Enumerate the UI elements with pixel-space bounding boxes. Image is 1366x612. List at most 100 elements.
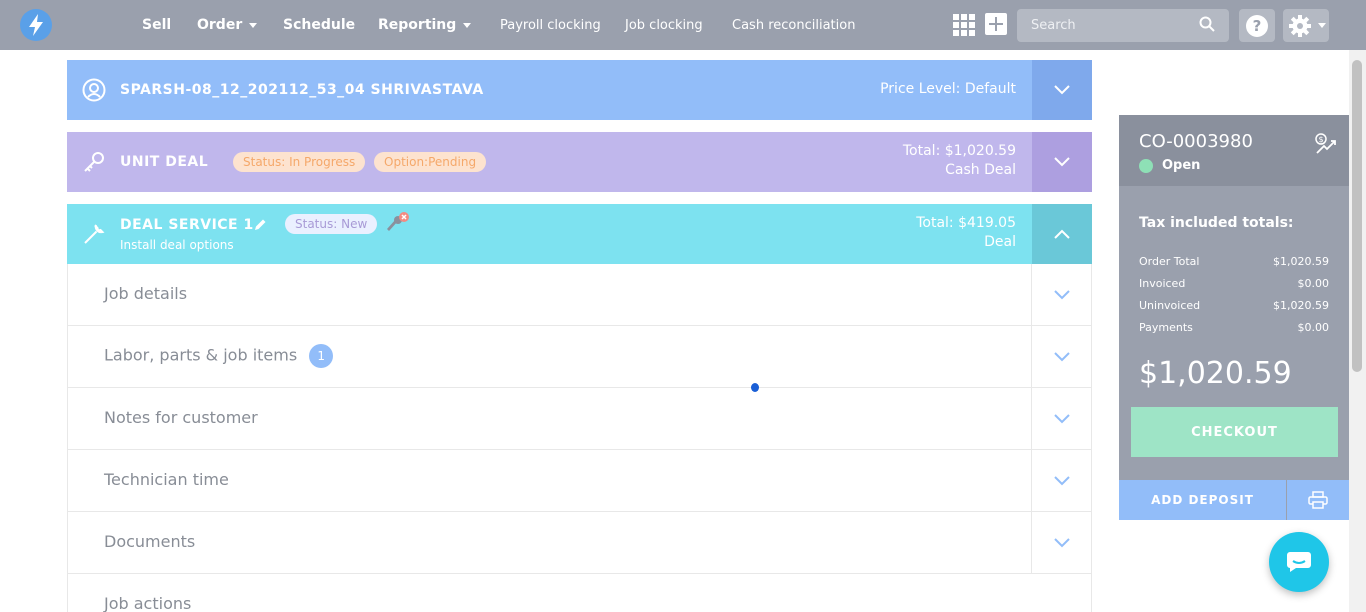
expand-section-button[interactable]: [1031, 512, 1091, 573]
section-label: Documents: [104, 532, 196, 551]
total-row: Invoiced $0.00: [1139, 277, 1329, 290]
chevron-up-icon: [1054, 229, 1070, 239]
deal-service-subtitle: Install deal options: [120, 238, 234, 252]
nav-sell[interactable]: Sell: [142, 0, 171, 50]
gear-icon: [1289, 14, 1311, 37]
grand-total: $1,020.59: [1139, 356, 1292, 391]
search-icon[interactable]: [1199, 16, 1215, 32]
section-labor-parts[interactable]: Labor, parts & job items 1: [67, 326, 1092, 388]
total-label: Payments: [1139, 321, 1193, 334]
chat-support-button[interactable]: [1269, 532, 1329, 592]
section-documents[interactable]: Documents: [67, 512, 1092, 574]
user-circle-icon: [82, 78, 106, 102]
unit-deal-total: Total: $1,020.59: [902, 143, 1016, 159]
nav-job-clocking[interactable]: Job clocking: [625, 0, 703, 50]
total-label: Uninvoiced: [1139, 299, 1201, 312]
order-summary-card: CO-0003980 Open $ Tax included totals: O…: [1119, 115, 1349, 520]
expand-section-button[interactable]: [1031, 264, 1091, 325]
key-icon: [84, 152, 104, 172]
customer-panel[interactable]: SPARSH-08_12_202112_53_04 SHRIVASTAVA Pr…: [67, 60, 1092, 120]
order-id: CO-0003980: [1139, 131, 1253, 152]
help-icon: ?: [1246, 14, 1268, 37]
settings-menu-button[interactable]: [1283, 9, 1329, 42]
tax-totals-title: Tax included totals:: [1139, 215, 1294, 231]
deal-service-panel[interactable]: DEAL SERVICE 1 Install deal options Stat…: [67, 204, 1092, 264]
printer-icon: [1308, 491, 1328, 509]
expand-section-button[interactable]: [1031, 326, 1091, 387]
search-input[interactable]: [1017, 9, 1197, 42]
edit-pencil-icon[interactable]: [253, 218, 267, 232]
chevron-down-icon: [1053, 413, 1070, 423]
total-row: Order Total $1,020.59: [1139, 255, 1329, 268]
chat-bubble-icon: [1287, 552, 1311, 572]
nav-order[interactable]: Order: [197, 0, 258, 50]
chevron-down-icon: [1053, 289, 1070, 299]
section-label: Job details: [104, 284, 188, 303]
section-job-details[interactable]: Job details: [67, 264, 1092, 326]
deal-service-type: Deal: [984, 234, 1016, 250]
total-label: Order Total: [1139, 255, 1200, 268]
status-badge: Status: New: [285, 214, 378, 234]
chevron-down-icon: [1053, 351, 1070, 361]
unit-deal-panel[interactable]: UNIT DEAL Status: In Progress Option:Pen…: [67, 132, 1092, 192]
deal-service-summary: Total: $419.05 Deal: [916, 214, 1016, 252]
section-label: Notes for customer: [104, 408, 258, 427]
section-technician-time[interactable]: Technician time: [67, 450, 1092, 512]
section-label: Technician time: [104, 470, 229, 489]
chevron-down-icon: [1054, 85, 1070, 95]
total-value: $1,020.59: [1273, 255, 1329, 268]
checkout-button[interactable]: CHECKOUT: [1131, 407, 1338, 457]
nav-schedule-label: Schedule: [283, 17, 356, 33]
nav-order-label: Order: [197, 17, 243, 33]
nav-link-label: Payroll clocking: [500, 17, 601, 33]
nav-payroll-clocking[interactable]: Payroll clocking: [500, 0, 601, 50]
nav-reporting[interactable]: Reporting: [378, 0, 472, 50]
customer-name: SPARSH-08_12_202112_53_04 SHRIVASTAVA: [120, 82, 484, 98]
nav-schedule[interactable]: Schedule: [283, 0, 355, 50]
caret-down-icon: [249, 22, 258, 28]
chevron-down-icon: [1053, 475, 1070, 485]
deal-service-title: DEAL SERVICE 1: [120, 217, 254, 233]
total-value: $1,020.59: [1273, 299, 1329, 312]
unit-deal-type: Cash Deal: [945, 162, 1016, 178]
print-button[interactable]: [1287, 480, 1349, 520]
total-row: Uninvoiced $1,020.59: [1139, 299, 1329, 312]
lightning-logo-icon[interactable]: [20, 9, 52, 41]
unit-deal-title: UNIT DEAL: [120, 154, 209, 170]
add-deposit-button[interactable]: ADD DEPOSIT: [1119, 480, 1286, 520]
nav-sell-label: Sell: [142, 17, 172, 33]
chevron-down-icon: [1054, 157, 1070, 167]
total-value: $0.00: [1297, 321, 1330, 334]
price-level: Price Level: Default: [880, 81, 1016, 97]
section-label-row: Labor, parts & job items 1: [104, 344, 334, 368]
expand-section-button[interactable]: [1031, 388, 1091, 449]
expand-unit-deal-button[interactable]: [1032, 132, 1092, 192]
section-label: Job actions: [104, 594, 192, 612]
scrollbar-thumb[interactable]: [1352, 60, 1362, 372]
add-plus-icon[interactable]: [985, 13, 1007, 35]
nav-cash-reconciliation[interactable]: Cash reconciliation: [732, 0, 855, 50]
deal-service-total: Total: $419.05: [916, 215, 1016, 231]
section-job-actions[interactable]: Job actions: [67, 574, 1092, 612]
expand-customer-button[interactable]: [1032, 60, 1092, 120]
status-badge: Status: In Progress: [233, 152, 366, 172]
price-trend-icon[interactable]: $: [1315, 133, 1337, 155]
expand-section-button[interactable]: [1031, 450, 1091, 511]
loading-indicator: [751, 383, 759, 392]
order-status: Open: [1162, 158, 1201, 173]
search-box: [1017, 9, 1229, 42]
nav-link-label: Job clocking: [625, 17, 703, 33]
chevron-down-icon: [1053, 537, 1070, 547]
status-dot-icon: [1139, 159, 1153, 173]
technician-unassigned-icon[interactable]: [383, 211, 411, 235]
apps-grid-icon[interactable]: [953, 14, 975, 36]
page-scrollbar[interactable]: [1349, 50, 1366, 612]
section-notes-for-customer[interactable]: Notes for customer: [67, 388, 1092, 450]
collapse-deal-service-button[interactable]: [1032, 204, 1092, 264]
order-card-header: CO-0003980 Open $: [1119, 115, 1349, 186]
nav-link-label: Cash reconciliation: [732, 17, 856, 33]
section-label: Labor, parts & job items: [104, 345, 298, 365]
unit-deal-summary: Total: $1,020.59 Cash Deal: [903, 142, 1016, 180]
help-button[interactable]: ?: [1239, 9, 1275, 42]
option-badge: Option:Pending: [374, 152, 487, 172]
